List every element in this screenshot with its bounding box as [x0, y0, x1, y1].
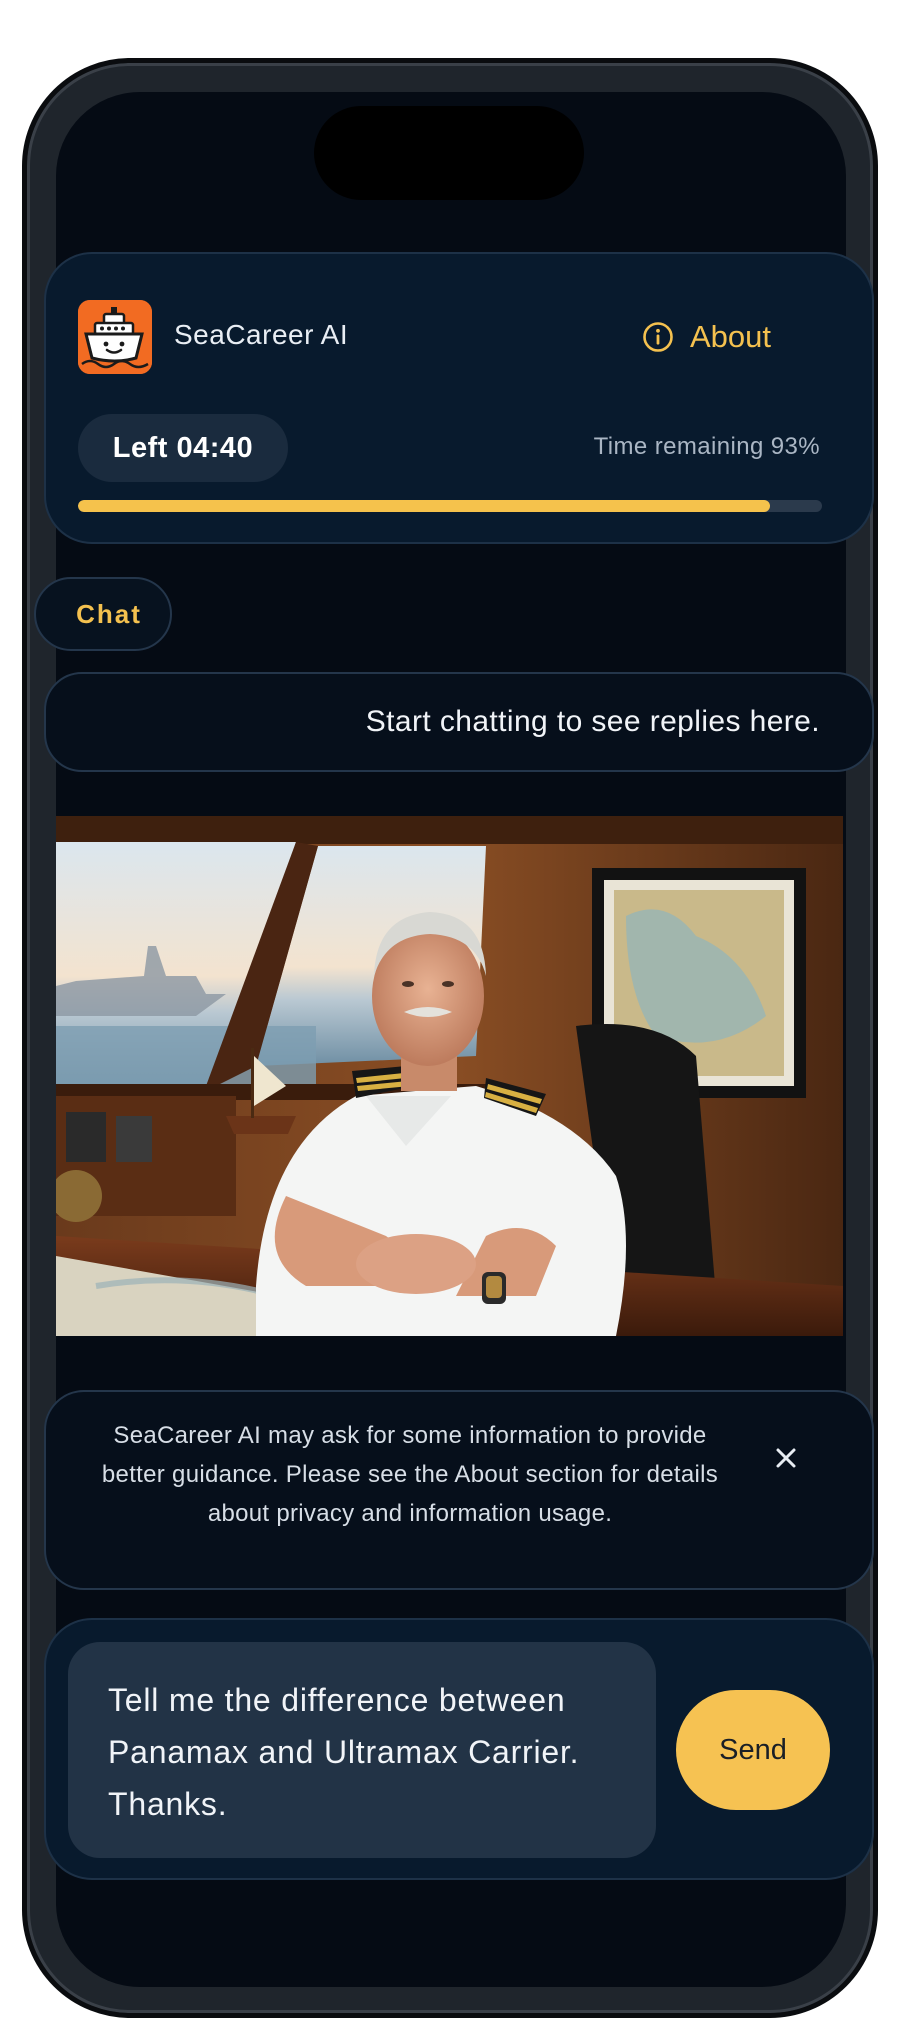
- info-circle-icon: [642, 321, 674, 353]
- phone-mockup: SeaCareer AI About Left 04:40 Time remai…: [0, 0, 900, 2040]
- ship-mascot-icon: [78, 300, 152, 374]
- dynamic-island: [314, 106, 584, 200]
- session-timer: Left 04:40: [78, 414, 288, 482]
- chat-empty-message: Start chatting to see replies here.: [365, 705, 820, 738]
- about-button[interactable]: About: [642, 312, 771, 362]
- time-progress-bar: [78, 500, 822, 512]
- time-progress-fill: [78, 500, 770, 512]
- close-icon[interactable]: [766, 1438, 806, 1478]
- privacy-notice-text: SeaCareer AI may ask for some informatio…: [101, 1422, 719, 1527]
- message-input[interactable]: Tell me the difference between Panamax a…: [68, 1642, 656, 1858]
- tab-chat[interactable]: Chat: [34, 577, 172, 651]
- send-button[interactable]: Send: [676, 1690, 830, 1810]
- captain-photo: [56, 816, 843, 1336]
- app-title: SeaCareer AI: [174, 319, 349, 350]
- about-label: About: [690, 319, 772, 354]
- time-remaining-label: Time remaining 93%: [593, 433, 820, 460]
